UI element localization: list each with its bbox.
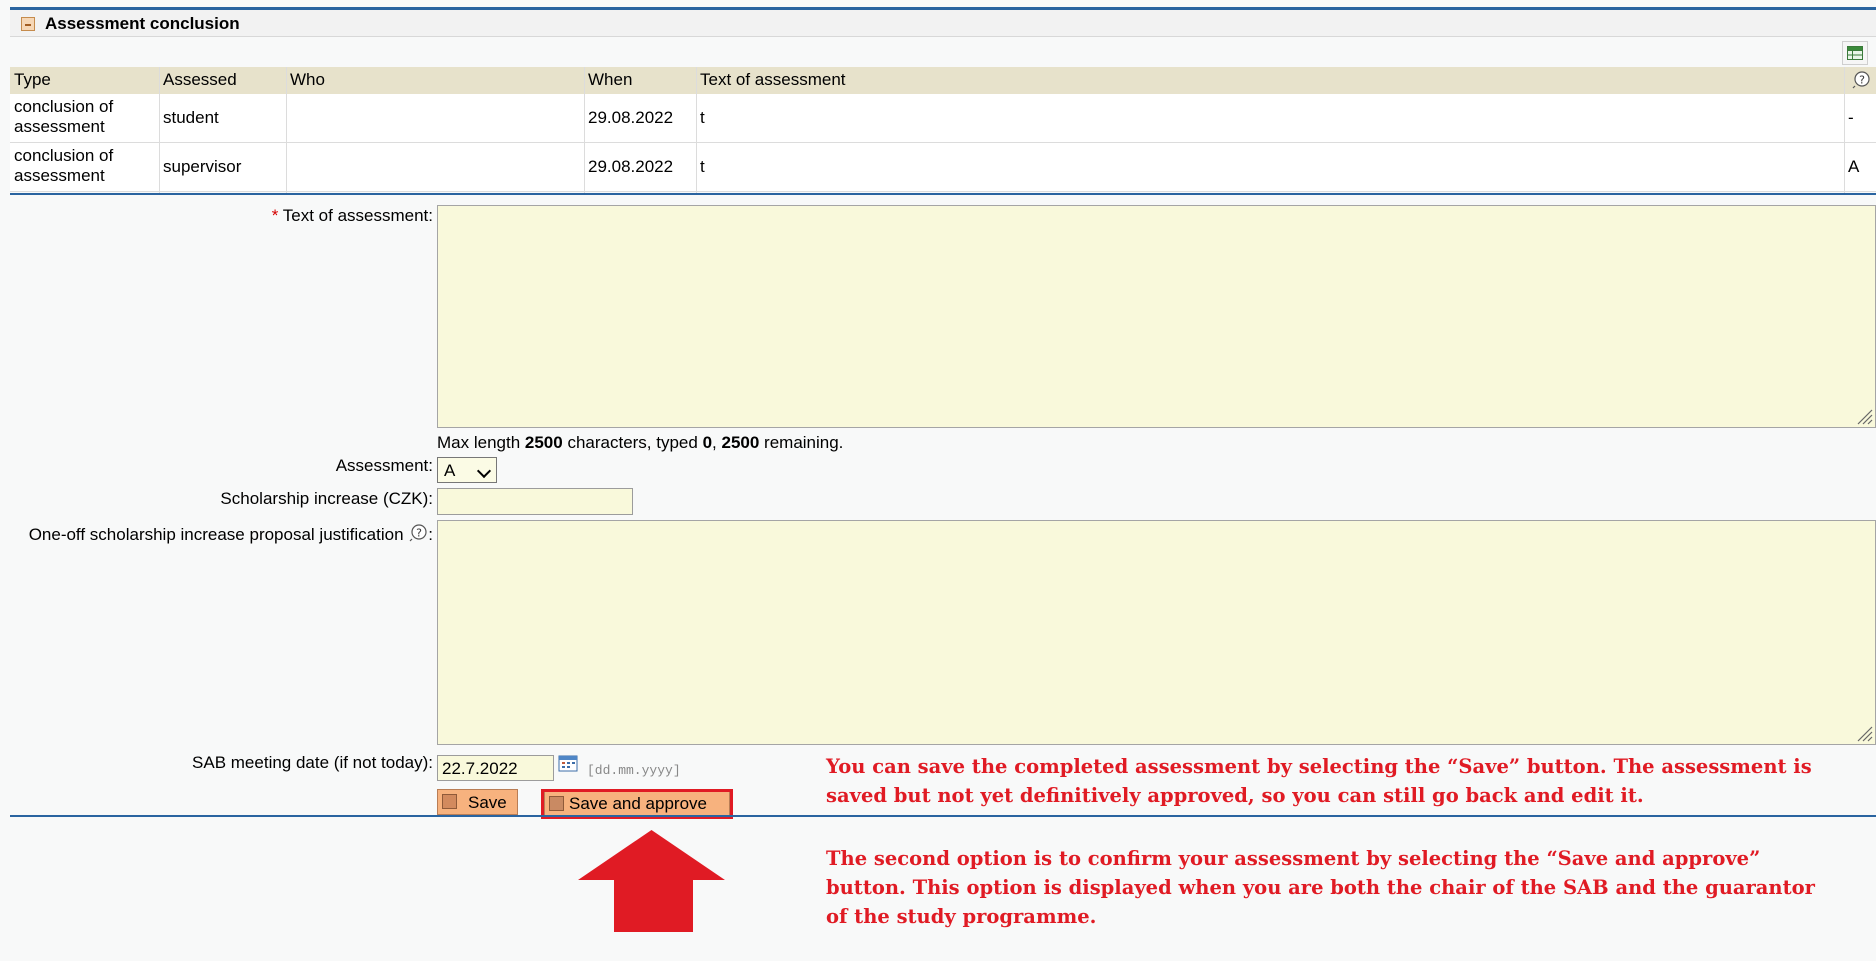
resize-grip-icon[interactable]: [1855, 724, 1873, 742]
hint-max: 2500: [524, 433, 563, 452]
save-button-label: Save: [468, 793, 507, 812]
svg-text:?: ?: [416, 527, 422, 540]
form-divider: [10, 193, 1876, 195]
hint-suffix: remaining.: [759, 433, 844, 452]
column-header-type[interactable]: Type: [14, 70, 51, 90]
cell-text: t: [700, 108, 705, 127]
excel-export-icon[interactable]: [1842, 41, 1868, 65]
cell-mark: -: [1848, 108, 1854, 127]
hint-mid1: characters, typed: [562, 433, 703, 452]
scholarship-input[interactable]: [437, 488, 633, 515]
svg-text:?: ?: [1859, 74, 1865, 87]
save-icon: [442, 794, 457, 809]
justification-textarea[interactable]: [437, 520, 1876, 745]
save-button[interactable]: Save: [437, 789, 518, 815]
sab-date-label: SAB meeting date (if not today):: [192, 753, 433, 772]
column-divider: [584, 67, 585, 193]
panel-header: Assessment conclusion: [10, 10, 1876, 37]
panel-title: Assessment conclusion: [45, 14, 240, 33]
cell-when: 29.08.2022: [588, 108, 674, 127]
column-header-text[interactable]: Text of assessment: [700, 70, 846, 90]
help-icon[interactable]: ?: [1852, 71, 1870, 89]
sab-date-input[interactable]: 22.7.2022: [437, 755, 554, 781]
justification-label: One-off scholarship increase proposal ju…: [10, 524, 433, 545]
chevron-down-icon: [476, 463, 492, 479]
cell-assessed: student: [163, 108, 219, 127]
cell-mark: A: [1848, 157, 1860, 176]
assessment-label: Assessment:: [335, 456, 433, 475]
text-of-assessment-label-text: Text of assessment:: [282, 206, 433, 225]
justification-label-text: One-off scholarship increase proposal ju…: [28, 525, 404, 544]
assessment-table: Type Assessed Who When Text of assessmen…: [10, 67, 1876, 193]
cell-when: 29.08.2022: [588, 157, 674, 176]
hint-remaining: 2500: [721, 433, 760, 452]
table-row: conclusion of assessment supervisor 29.0…: [10, 143, 1876, 192]
hint-typed: 0: [702, 433, 713, 452]
table-row: conclusion of assessment student 29.08.2…: [10, 94, 1876, 143]
date-format-hint: [dd.mm.yyyy]: [587, 763, 681, 778]
cell-type: conclusion of assessment: [14, 146, 114, 185]
cell-assessed: supervisor: [163, 157, 242, 176]
hint-prefix: Max length: [437, 433, 525, 452]
character-count-hint: Max length 2500 characters, typed 0, 250…: [437, 433, 843, 453]
annotation-note-approve: The second option is to confirm your ass…: [826, 847, 1815, 928]
calendar-icon[interactable]: [558, 754, 578, 772]
sab-date-value: 22.7.2022: [442, 759, 518, 778]
assessment-select[interactable]: A: [437, 457, 497, 483]
required-mark: *: [271, 206, 279, 225]
collapse-icon[interactable]: [21, 17, 35, 31]
column-header-when[interactable]: When: [588, 70, 632, 90]
help-icon[interactable]: ?: [408, 524, 428, 542]
assessment-selected-value: A: [444, 461, 456, 480]
arrow-up-icon: [578, 830, 725, 932]
column-header-who[interactable]: Who: [290, 70, 325, 90]
annotation-note-save: You can save the completed assessment by…: [826, 755, 1812, 807]
column-header-assessed[interactable]: Assessed: [163, 70, 237, 90]
table-header: Type Assessed Who When Text of assessmen…: [10, 67, 1876, 95]
justification-colon: :: [428, 525, 433, 544]
cell-text: t: [700, 157, 705, 176]
column-divider: [159, 67, 160, 193]
text-of-assessment-textarea[interactable]: [437, 205, 1876, 428]
resize-grip-icon[interactable]: [1855, 407, 1873, 425]
scholarship-label: Scholarship increase (CZK):: [220, 489, 433, 508]
column-divider: [696, 67, 697, 193]
text-of-assessment-label: * Text of assessment:: [10, 206, 433, 226]
column-divider: [1844, 67, 1845, 193]
cell-type: conclusion of assessment: [14, 97, 114, 136]
column-divider: [286, 67, 287, 193]
form-bottom-divider: [10, 815, 1876, 817]
